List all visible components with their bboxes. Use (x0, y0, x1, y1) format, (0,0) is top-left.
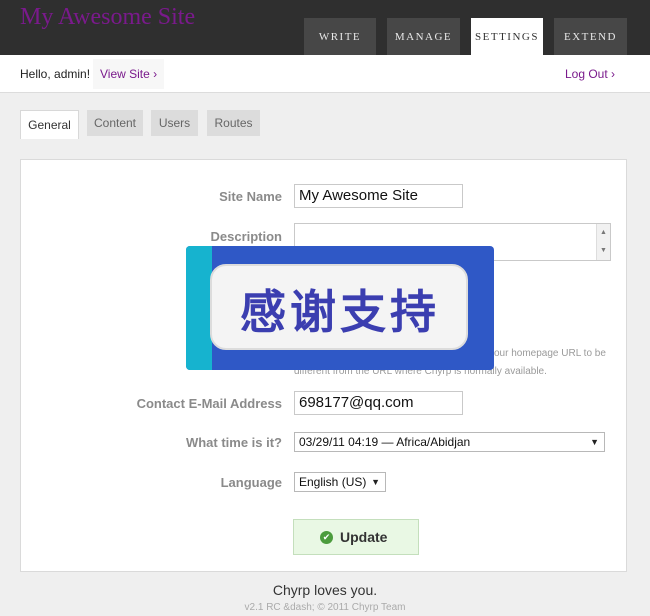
textarea-scrollbar[interactable]: ▲ ▼ (596, 224, 610, 260)
timezone-value: 03/29/11 04:19 — Africa/Abidjan (299, 435, 471, 449)
chevron-down-icon: ▼ (590, 437, 599, 447)
overlay-side-strip (186, 246, 212, 370)
scroll-up-icon[interactable]: ▲ (597, 224, 610, 242)
logout-link[interactable]: Log Out › (565, 67, 615, 81)
chevron-down-icon: ▼ (371, 477, 380, 487)
language-select[interactable]: English (US) ▼ (294, 472, 386, 492)
tab-routes[interactable]: Routes (207, 110, 260, 136)
email-label: Contact E-Mail Address (136, 396, 282, 411)
description-label: Description (210, 229, 282, 244)
site-name-label: Site Name (219, 189, 282, 204)
footer-tagline: Chyrp loves you. (272, 582, 378, 598)
overlay-text: 感谢支持 (240, 285, 440, 339)
tab-general[interactable]: General (20, 110, 79, 139)
nav-tab-manage[interactable]: MANAGE (387, 18, 460, 55)
nav-tab-extend[interactable]: EXTEND (554, 18, 627, 55)
update-label: Update (340, 529, 388, 545)
view-site-link[interactable]: View Site › (93, 59, 165, 89)
language-label: Language (220, 475, 282, 490)
nav-tab-write[interactable]: WRITE (304, 18, 376, 55)
greeting-text: Hello, admin! (20, 67, 91, 81)
footer-version: v2.1 RC &dash; © 2011 Chyrp Team (244, 602, 406, 613)
time-label: What time is it? (185, 435, 282, 450)
tab-users[interactable]: Users (151, 110, 198, 136)
update-button[interactable]: ✔ Update (293, 519, 419, 555)
check-icon: ✔ (320, 531, 333, 544)
scroll-down-icon[interactable]: ▼ (597, 242, 610, 260)
user-bar: Hello, admin! View Site › Log Out › (0, 55, 650, 93)
site-name-input[interactable]: My Awesome Site (294, 184, 463, 208)
site-title[interactable]: My Awesome Site (20, 4, 195, 31)
nav-tab-settings[interactable]: SETTINGS (471, 18, 543, 55)
timezone-select[interactable]: 03/29/11 04:19 — Africa/Abidjan ▼ (294, 432, 605, 452)
tab-content[interactable]: Content (87, 110, 143, 136)
url-hint-line1: our homepage URL to be (494, 348, 606, 359)
language-value: English (US) (299, 475, 367, 489)
email-input[interactable]: 698177@qq.com (294, 391, 463, 415)
thanks-overlay-image: 感谢支持 (186, 246, 494, 370)
top-header: My Awesome Site WRITE MANAGE SETTINGS EX… (0, 0, 650, 55)
